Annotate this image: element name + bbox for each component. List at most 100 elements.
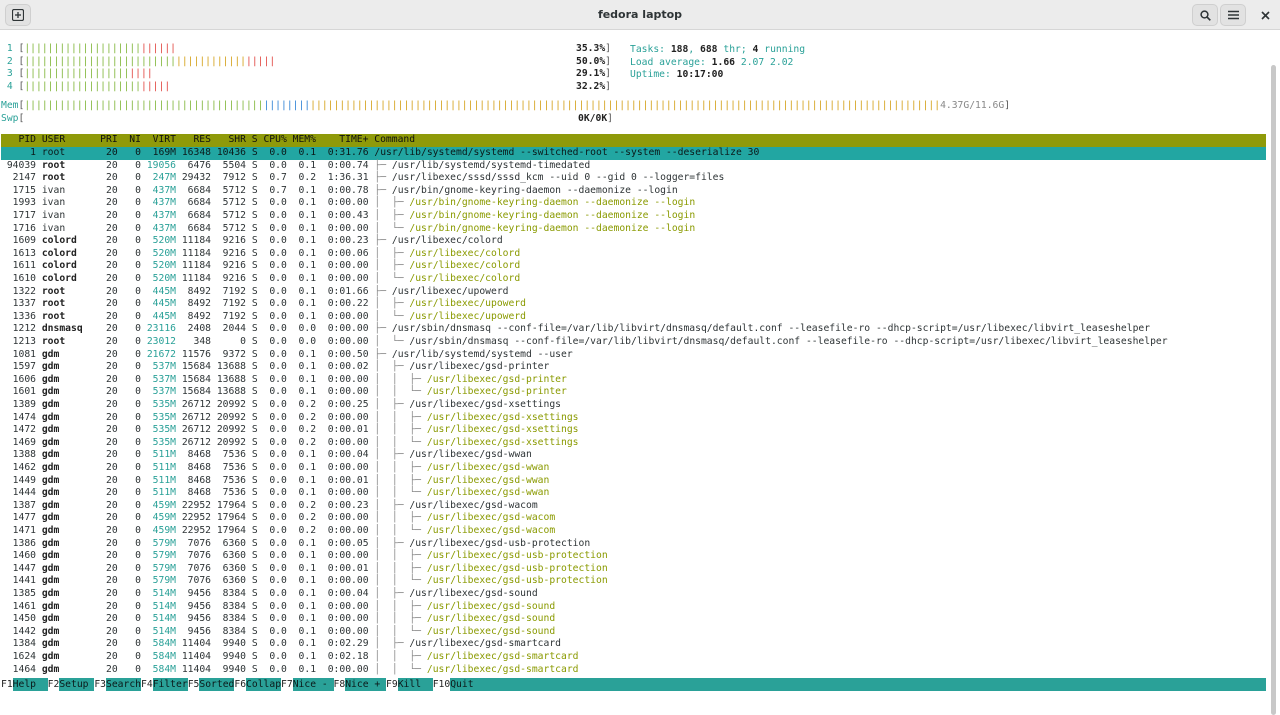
process-row[interactable]: 1610 colord 20 0 520M 11184 9216 S 0.0 0… (1, 273, 521, 286)
time-cell: 0:00.00 (316, 436, 375, 448)
mem-cell: 0.1 (286, 462, 317, 473)
fkey-f6[interactable]: F6Collap (234, 678, 281, 691)
fkey-f4[interactable]: F4Filter (141, 678, 188, 691)
process-row[interactable]: 1386 gdm 20 0 579M 7076 6360 S 0.0 0.1 0… (1, 538, 591, 551)
state-cell: S (246, 285, 258, 297)
process-row[interactable]: 1337 root 20 0 445M 8492 7192 S 0.0 0.1 … (1, 298, 526, 311)
process-row[interactable]: 1462 gdm 20 0 511M 8468 7536 S 0.0 0.1 0… (1, 462, 550, 475)
pid-cell: 1471 (1, 525, 42, 536)
virt-cell: 445M (141, 310, 177, 322)
process-row[interactable]: 1081 gdm 20 0 21672 11576 9372 S 0.0 0.1… (1, 349, 573, 362)
process-row[interactable]: 94039 root 20 0 19056 6476 5504 S 0.0 0.… (1, 160, 590, 173)
shr-cell: 9216 (211, 247, 247, 259)
virt-cell: 535M (141, 411, 177, 423)
process-row[interactable]: 1389 gdm 20 0 535M 26712 20992 S 0.0 0.2… (1, 399, 561, 412)
column-headers[interactable]: PID USER PRI NI VIRT RES SHR S CPU% MEM%… (1, 134, 415, 147)
fkey-f2[interactable]: F2Setup (47, 678, 95, 691)
process-row[interactable]: 1322 root 20 0 445M 8492 7192 S 0.0 0.1 … (1, 286, 509, 299)
pri-cell: 20 (94, 273, 118, 284)
ni-cell: 0 (117, 348, 142, 360)
process-row[interactable]: 1464 gdm 20 0 584M 11404 9940 S 0.0 0.1 … (1, 664, 579, 677)
tree-cell: │ │ └─ (374, 663, 427, 675)
time-cell: 0:02.18 (316, 651, 375, 662)
process-row[interactable]: 1993 ivan 20 0 437M 6684 5712 S 0.0 0.1 … (1, 197, 696, 210)
process-row[interactable]: 1597 gdm 20 0 537M 15684 13688 S 0.0 0.1… (1, 361, 550, 374)
process-row[interactable]: 1336 root 20 0 445M 8492 7192 S 0.0 0.1 … (1, 311, 526, 324)
process-row[interactable]: 1212 dnsmasq 20 0 23116 2408 2044 S 0.0 … (1, 323, 1150, 336)
column-header-labels[interactable]: PID USER PRI NI VIRT RES SHR S CPU% MEM%… (1, 134, 415, 145)
process-row[interactable]: 1474 gdm 20 0 535M 26712 20992 S 0.0 0.2… (1, 412, 579, 425)
cpu-cell: 0.0 (257, 449, 287, 461)
tree-cell: ├─ (374, 285, 392, 297)
process-row[interactable]: 1472 gdm 20 0 535M 26712 20992 S 0.0 0.2… (1, 424, 579, 437)
mem-cell: 0.1 (286, 260, 317, 272)
fkey-f10[interactable]: F10Quit (432, 678, 486, 691)
time-cell: 0:00.06 (316, 247, 375, 259)
fkey-f7[interactable]: F7Nice - (281, 678, 334, 691)
cpu-meter-3: 3 [|||||||||||||||||||||| (1, 68, 153, 80)
virt-cell: 19056 (141, 159, 177, 171)
process-row[interactable]: 1477 gdm 20 0 459M 22952 17964 S 0.0 0.2… (1, 512, 556, 525)
process-row[interactable]: 1601 gdm 20 0 537M 15684 13688 S 0.0 0.1… (1, 386, 567, 399)
process-row[interactable]: 1715 ivan 20 0 437M 6684 5712 S 0.7 0.1 … (1, 185, 678, 198)
fkey-f5[interactable]: F5Sorted (187, 678, 234, 691)
process-row[interactable]: 1385 gdm 20 0 514M 9456 8384 S 0.0 0.1 0… (1, 588, 538, 601)
ni-cell: 0 (117, 424, 142, 436)
ni-cell: 0 (117, 222, 142, 234)
command-cell: /usr/libexec/gsd-sound (426, 625, 556, 637)
mem-cell: 0.2 (286, 436, 317, 448)
hamburger-menu-icon (1227, 10, 1239, 20)
pid-cell: 1322 (1, 285, 42, 297)
ni-cell: 0 (117, 235, 142, 247)
process-row[interactable]: 1461 gdm 20 0 514M 9456 8384 S 0.0 0.1 0… (1, 601, 556, 614)
process-row[interactable]: 1606 gdm 20 0 537M 15684 13688 S 0.0 0.1… (1, 374, 567, 387)
fkey-f9[interactable]: F9Kill (386, 678, 433, 691)
process-row[interactable]: 1716 ivan 20 0 437M 6684 5712 S 0.0 0.1 … (1, 222, 696, 236)
search-button[interactable] (1192, 4, 1218, 26)
res-cell: 11404 (176, 651, 212, 662)
mem-cell: 0.1 (286, 562, 317, 574)
ni-cell: 0 (117, 310, 142, 322)
fkey-f8[interactable]: F8Nice + (333, 678, 387, 691)
virt-cell: 437M (141, 197, 177, 209)
terminal-area[interactable]: 1 [|||||||||||||||||||||||||| 35.3%] 2 [|… (0, 31, 1280, 715)
process-row[interactable]: 1613 colord 20 0 520M 11184 9216 S 0.0 0… (1, 247, 521, 261)
process-row[interactable]: 1624 gdm 20 0 584M 11404 9940 S 0.0 0.1 … (1, 651, 579, 664)
pri-cell: 20 (94, 298, 118, 310)
time-cell: 0:00.00 (316, 260, 375, 272)
close-button[interactable] (1252, 4, 1278, 26)
menu-button[interactable] (1220, 4, 1246, 26)
command-cell: /usr/libexec/gsd-xsettings (426, 424, 579, 436)
virt-cell: 437M (141, 222, 177, 234)
process-row[interactable]: 1388 gdm 20 0 511M 8468 7536 S 0.0 0.1 0… (1, 449, 532, 462)
process-row[interactable]: 1 root 20 0 169M 16348 10436 S 0.0 0.1 0… (1, 147, 759, 160)
function-key-bar[interactable]: F1Help F2Setup F3SearchF4FilterF5SortedF… (1, 678, 1266, 691)
cpu-cell: 0.0 (257, 663, 287, 675)
cpu-cell: 0.0 (257, 487, 287, 499)
process-row[interactable]: 1471 gdm 20 0 459M 22952 17964 S 0.0 0.2… (1, 525, 556, 538)
pid-cell: 1442 (1, 625, 42, 637)
tree-cell: │ ├─ (374, 449, 410, 461)
process-row[interactable]: 1460 gdm 20 0 579M 7076 6360 S 0.0 0.1 0… (1, 550, 608, 563)
process-row[interactable]: 1450 gdm 20 0 514M 9456 8384 S 0.0 0.1 0… (1, 613, 556, 626)
process-row[interactable]: 1447 gdm 20 0 579M 7076 6360 S 0.0 0.1 0… (1, 563, 608, 576)
process-row[interactable]: 1441 gdm 20 0 579M 7076 6360 S 0.0 0.1 0… (1, 575, 608, 588)
fkey-f3[interactable]: F3Search (94, 678, 141, 691)
process-row[interactable]: 1609 colord 20 0 520M 11184 9216 S 0.0 0… (1, 235, 503, 248)
process-row[interactable]: 1469 gdm 20 0 535M 26712 20992 S 0.0 0.2… (1, 437, 579, 450)
process-row[interactable]: 1611 colord 20 0 520M 11184 9216 S 0.0 0… (1, 260, 521, 273)
pid-cell: 1472 (1, 424, 42, 436)
process-row[interactable]: 1444 gdm 20 0 511M 8468 7536 S 0.0 0.1 0… (1, 487, 550, 500)
process-row[interactable]: 2147 root 20 0 247M 29432 7912 S 0.7 0.2… (1, 172, 725, 185)
fkey-f1[interactable]: F1Help (1, 678, 48, 691)
process-row[interactable]: 1387 gdm 20 0 459M 22952 17964 S 0.0 0.2… (1, 500, 538, 513)
process-row[interactable]: 1442 gdm 20 0 514M 9456 8384 S 0.0 0.1 0… (1, 625, 556, 639)
command-cell: /usr/libexec/sssd/sssd_kcm --uid 0 --gid… (391, 172, 725, 184)
virt-cell: 459M (141, 499, 177, 511)
process-row[interactable]: 1449 gdm 20 0 511M 8468 7536 S 0.0 0.1 0… (1, 475, 550, 488)
process-row[interactable]: 1213 root 20 0 23012 348 0 S 0.0 0.0 0:0… (1, 336, 1168, 349)
process-row[interactable]: 1717 ivan 20 0 437M 6684 5712 S 0.0 0.1 … (1, 210, 696, 223)
scrollbar[interactable] (1271, 65, 1276, 715)
command-cell: /usr/lib/systemd/systemd --switched-root… (374, 147, 760, 158)
process-row[interactable]: 1384 gdm 20 0 584M 11404 9940 S 0.0 0.1 … (1, 638, 561, 651)
